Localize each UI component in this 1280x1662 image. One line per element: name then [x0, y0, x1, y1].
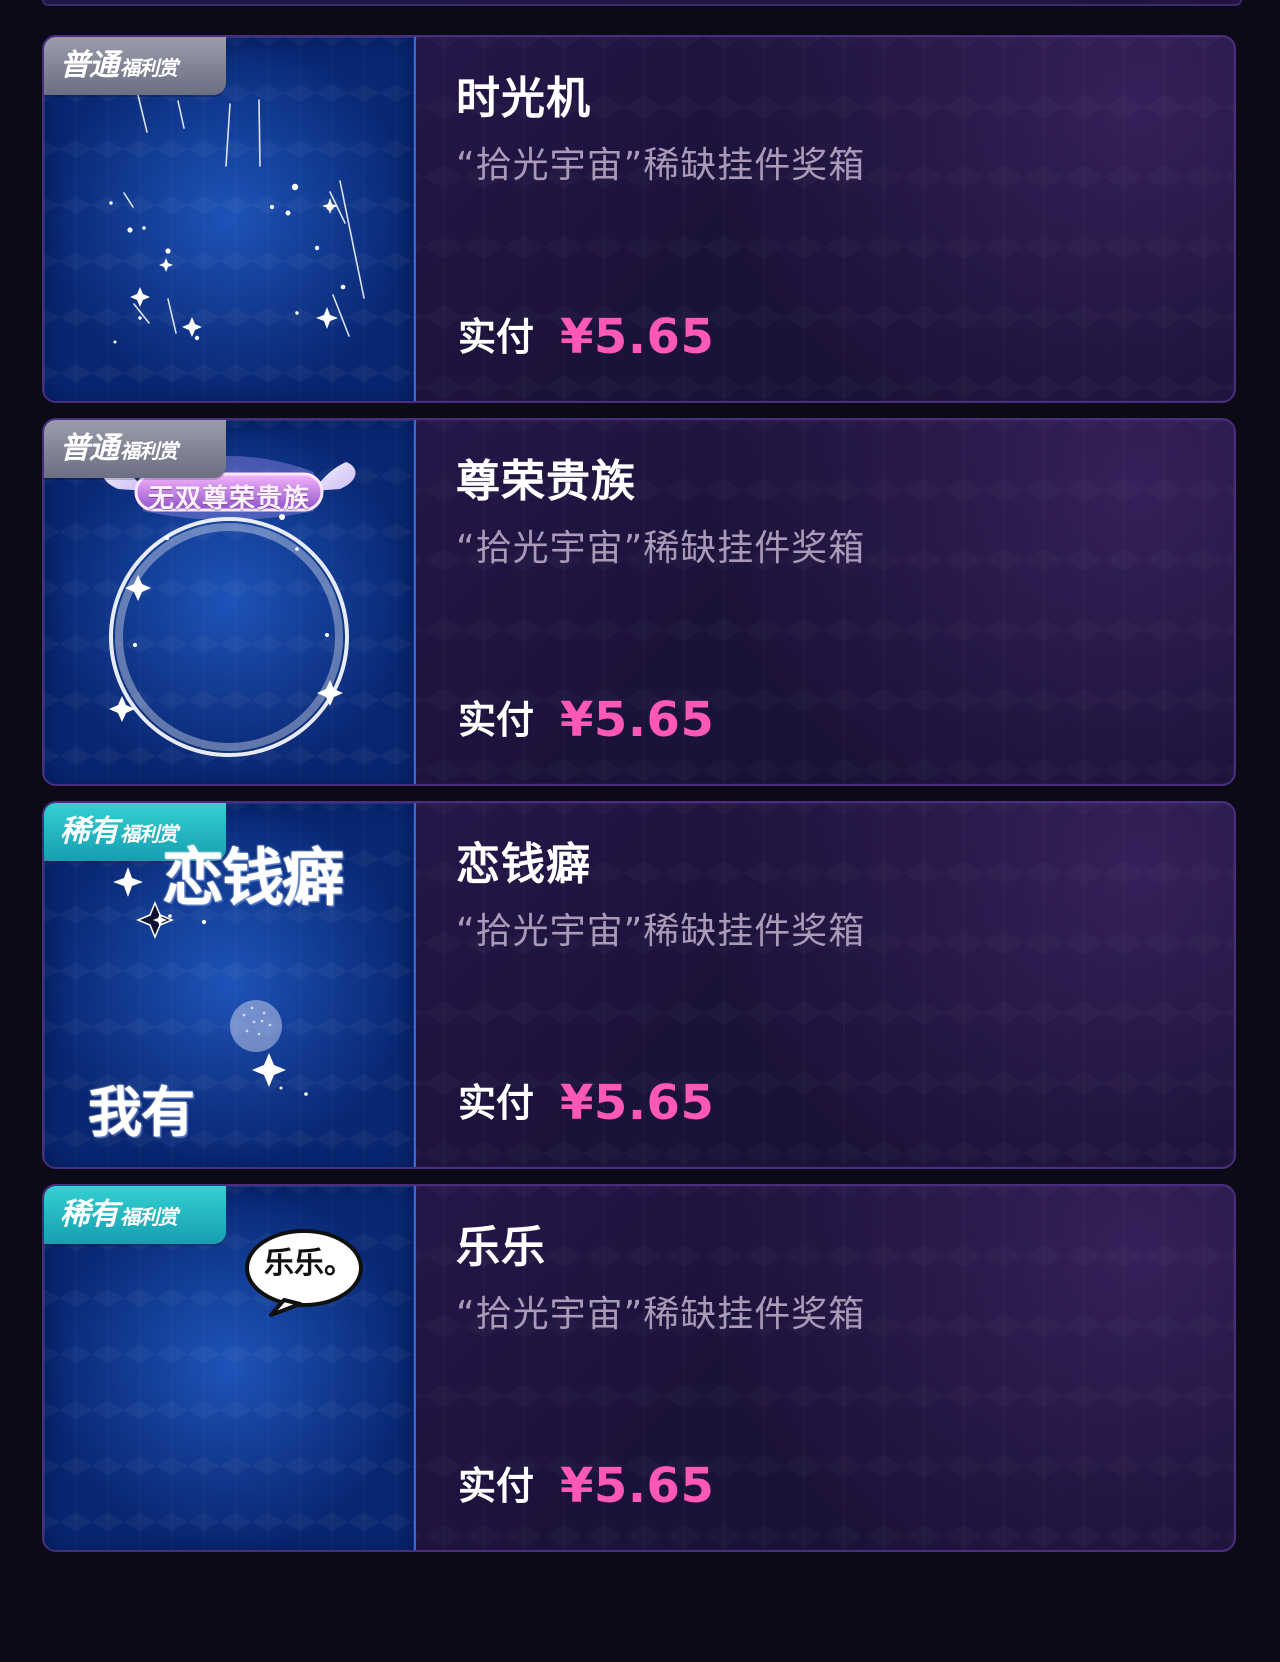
pay-label: 实付	[458, 1081, 535, 1125]
tier-badge-sub: 福利赏	[120, 441, 178, 463]
art-caption: 无双尊荣贵族	[147, 483, 310, 514]
price-value: ¥5.65	[560, 1458, 715, 1514]
reward-thumbnail: 普通 福利赏	[44, 420, 416, 784]
tier-badge-main: 稀有	[60, 1198, 119, 1231]
tier-badge-main: 普通	[60, 432, 119, 465]
reward-title: 时光机	[456, 73, 591, 124]
reward-card[interactable]: 普通 福利赏	[42, 35, 1236, 403]
payment-row: 实付 ¥5.65	[458, 1079, 714, 1127]
reward-card[interactable]: 稀有 福利赏 恋钱癖 我有 恋钱癖 “拾光宇宙”稀缺挂件奖箱 实付 ¥5.65	[42, 801, 1236, 1169]
top-card-edge	[42, 0, 1242, 6]
reward-subtitle: “拾光宇宙”稀缺挂件奖箱	[456, 911, 866, 952]
reward-thumbnail: 稀有 福利赏 乐乐。	[44, 1186, 416, 1550]
reward-thumbnail: 普通 福利赏	[44, 37, 416, 401]
tier-badge: 稀有 福利赏	[44, 1186, 226, 1244]
price-value: ¥5.65	[560, 692, 715, 748]
pay-label: 实付	[458, 698, 535, 742]
tier-badge-main: 普通	[60, 49, 119, 82]
tier-badge-sub: 福利赏	[120, 1207, 178, 1229]
payment-row: 实付 ¥5.65	[458, 696, 714, 744]
tier-badge-main: 稀有	[60, 815, 119, 848]
tier-badge-sub: 福利赏	[120, 58, 178, 80]
tier-badge: 普通 福利赏	[44, 37, 226, 95]
reward-title: 尊荣贵族	[456, 456, 636, 507]
art-subtitle-text: 我有	[88, 1081, 195, 1144]
reward-card[interactable]: 普通 福利赏	[42, 418, 1236, 786]
pay-label: 实付	[458, 315, 535, 359]
reward-card[interactable]: 稀有 福利赏 乐乐。 乐乐 “拾光宇宙”稀缺挂件奖箱 实付 ¥5.65	[42, 1184, 1236, 1552]
price-value: ¥5.65	[560, 1075, 715, 1131]
speech-bubble-text: 乐乐。	[264, 1246, 354, 1281]
price-value: ¥5.65	[560, 309, 715, 365]
reward-subtitle: “拾光宇宙”稀缺挂件奖箱	[456, 1294, 866, 1335]
payment-row: 实付 ¥5.65	[458, 313, 714, 361]
reward-title: 恋钱癖	[456, 839, 591, 890]
pay-label: 实付	[458, 1464, 535, 1508]
reward-thumbnail: 稀有 福利赏 恋钱癖 我有	[44, 803, 416, 1167]
reward-title: 乐乐	[456, 1222, 546, 1273]
art-title-text: 恋钱癖	[162, 841, 344, 914]
payment-row: 实付 ¥5.65	[458, 1462, 714, 1510]
speech-bubble: 乐乐。	[242, 1224, 364, 1306]
reward-subtitle: “拾光宇宙”稀缺挂件奖箱	[456, 528, 866, 569]
tier-badge: 普通 福利赏	[44, 420, 226, 478]
reward-subtitle: “拾光宇宙”稀缺挂件奖箱	[456, 145, 866, 186]
